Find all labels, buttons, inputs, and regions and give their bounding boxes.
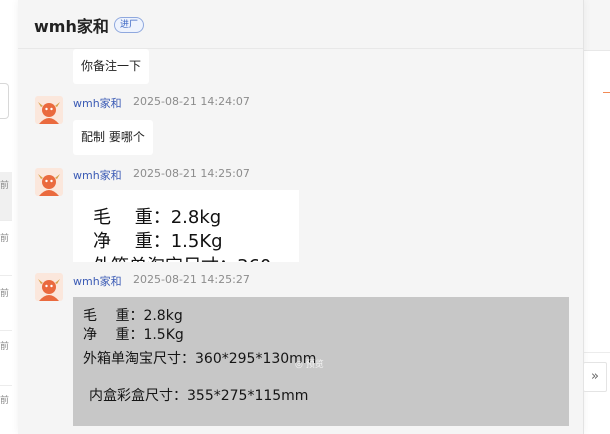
image-text-line: 净 重：1.5Kg [93, 231, 223, 252]
image-text-line: 毛 重：2.8kg [83, 308, 183, 324]
avatar-icon[interactable] [35, 96, 63, 124]
message-text: 你备注一下 [81, 59, 142, 73]
divider [583, 352, 610, 353]
message-text: 配制 要哪个 [81, 130, 145, 144]
sender-name: wmh家和 [73, 275, 122, 288]
sender-name: wmh家和 [73, 97, 122, 110]
double-chevron-right-icon: » [591, 369, 599, 384]
chat-title: wmh家和 [34, 17, 109, 36]
text-message-bubble[interactable]: 配制 要哪个 [73, 120, 153, 155]
background-search-input[interactable] [0, 83, 9, 119]
image-text-line: 净 重：1.5Kg [83, 327, 184, 343]
background-right-header [583, 0, 610, 51]
background-list-item[interactable]: 前 [0, 221, 12, 275]
background-list-item[interactable]: 前 [0, 276, 12, 330]
message-timestamp: 2025-08-21 14:25:07 [133, 167, 250, 180]
background-list-item[interactable]: 前 [0, 331, 12, 385]
image-message[interactable]: 毛 重：2.8kg 净 重：1.5Kg 外箱单淘宝尺寸：360 [73, 190, 299, 262]
sender-name: wmh家和 [73, 169, 122, 182]
text-message-bubble[interactable]: 你备注一下 [73, 49, 150, 84]
background-list-item[interactable]: 前 [0, 172, 12, 220]
message-timestamp: 2025-08-21 14:25:27 [133, 273, 250, 286]
chat-header: wmh家和 进厂 [18, 0, 583, 49]
image-text-line: 内盒彩盒尺寸：355*275*115mm [89, 388, 309, 404]
avatar-icon[interactable] [35, 168, 63, 196]
image-message[interactable]: 毛 重：2.8kg 净 重：1.5Kg 外箱单淘宝尺寸：360*295*130m… [73, 297, 569, 426]
image-text-line: 毛 重：2.8kg [93, 207, 222, 228]
background-list-item[interactable]: 前 [0, 386, 12, 434]
expand-panel-button[interactable]: » [583, 362, 607, 392]
message-timestamp: 2025-08-21 14:24:07 [133, 95, 250, 108]
avatar-icon[interactable] [35, 273, 63, 301]
message-list[interactable]: 你备注一下 wmh家和 2025-08-21 14:24:07 配制 要哪个 w… [18, 49, 583, 434]
status-badge: 进厂 [114, 17, 145, 33]
preview-label[interactable]: ◎ 预览 [295, 357, 324, 370]
background-accent-line [603, 92, 610, 93]
chat-window: wmh家和 进厂 你备注一下 wmh家和 2025-08-21 14:24:07… [18, 0, 584, 434]
image-text-line: 外箱单淘宝尺寸：360 [93, 252, 271, 262]
image-text-line: 外箱单淘宝尺寸：360*295*130mm [83, 351, 317, 367]
